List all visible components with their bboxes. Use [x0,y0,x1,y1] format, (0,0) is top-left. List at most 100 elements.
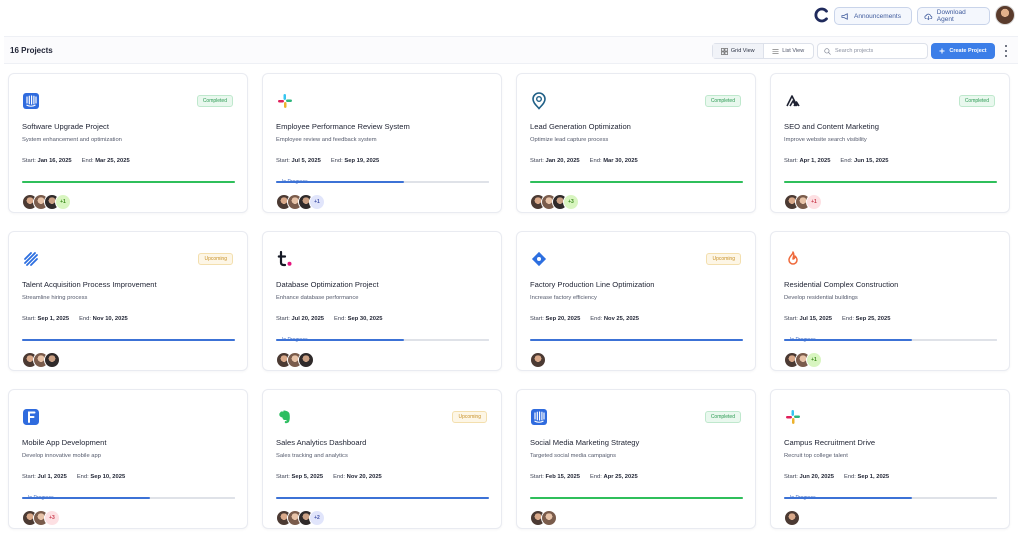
project-description: Streamline hiring process [22,295,88,301]
progress-fill [22,497,150,499]
project-description: Optimize lead capture process [530,137,609,143]
end-date: End: Nov 10, 2025 [79,316,128,322]
progress-fill [784,181,997,183]
create-project-button[interactable]: Create Project [931,43,995,59]
search-box[interactable]: Search projects [817,43,928,59]
progress-fill [22,339,235,341]
project-dates: Start: Jan 20, 2025 End: Mar 30, 2025 [530,158,638,164]
project-count: 16 Projects [10,46,53,55]
plus-icon [939,48,945,54]
project-dates: Start: Sep 1, 2025 End: Nov 10, 2025 [22,316,128,322]
project-card[interactable]: Upcoming Factory Production Line Optimiz… [516,231,756,371]
project-card[interactable]: Upcoming Sales Analytics Dashboard Sales… [262,389,502,529]
project-title: Software Upgrade Project [22,122,109,131]
start-date: Start: Jul 1, 2025 [22,474,67,480]
project-card[interactable]: Completed Social Media Marketing Strateg… [516,389,756,529]
team-avatars[interactable] [530,510,557,526]
end-date: End: Sep 1, 2025 [843,474,890,480]
progress-fill [276,339,404,341]
progress-fill [530,339,743,341]
grid-icon [721,47,728,55]
team-avatars[interactable] [276,352,314,368]
team-avatars[interactable]: +1 [276,194,325,210]
brand-logo-icon [814,7,828,23]
project-dates: Start: Jul 1, 2025 End: Sep 10, 2025 [22,474,125,480]
start-date: Start: Jan 16, 2025 [22,158,72,164]
flame-logo-icon [784,250,802,268]
end-date: End: Jun 15, 2025 [840,158,889,164]
more-members-badge[interactable]: +2 [309,510,325,526]
avatar[interactable] [298,352,314,368]
more-members-badge[interactable]: +3 [44,510,60,526]
more-members-badge[interactable]: +1 [806,352,822,368]
slack-logo-icon [276,92,294,110]
list-view-button[interactable]: List View [764,44,814,58]
avatar[interactable] [784,510,800,526]
intercom-logo-icon [530,408,548,426]
periscope-logo-icon [530,92,548,110]
team-avatars[interactable]: +1 [784,352,822,368]
list-view-label: List View [782,48,805,54]
project-grid: Completed Software Upgrade Project Syste… [8,73,1016,529]
projects-toolbar: 16 Projects Grid View List View Search p… [4,36,1018,64]
project-card[interactable]: In Progress Residential Complex Construc… [770,231,1010,371]
search-input[interactable]: Search projects [835,48,873,54]
project-title: SEO and Content Marketing [784,122,879,131]
end-date: End: Apr 25, 2025 [589,474,638,480]
start-date: Start: Jan 20, 2025 [530,158,580,164]
progress-bar [784,497,997,499]
megaphone-icon [841,12,848,20]
team-avatars[interactable]: +1 [22,194,71,210]
announcements-button[interactable]: Announcements [834,7,912,25]
progress-fill [784,339,912,341]
project-card[interactable]: Completed Software Upgrade Project Syste… [8,73,248,213]
team-avatars[interactable] [784,510,800,526]
project-description: Improve website search visibility [784,137,867,143]
download-agent-label: Download Agent [936,9,966,23]
avatar[interactable] [44,352,60,368]
progress-bar [22,181,235,183]
grid-view-label: Grid View [730,48,755,54]
download-agent-button[interactable]: Download Agent [917,7,990,25]
grid-view-button[interactable]: Grid View [713,44,764,58]
start-date: Start: Jul 20, 2025 [276,316,325,322]
project-card[interactable]: Upcoming Talent Acquisition Process Impr… [8,231,248,371]
team-avatars[interactable]: +3 [530,194,579,210]
more-members-badge[interactable]: +1 [309,194,325,210]
more-members-badge[interactable]: +3 [563,194,579,210]
status-badge: Upcoming [452,411,487,423]
avatar[interactable] [541,510,557,526]
team-avatars[interactable]: +2 [276,510,325,526]
progress-bar [276,497,489,499]
project-title: Social Media Marketing Strategy [530,438,640,447]
project-description: System enhancement and optimization [22,137,122,143]
progress-bar [22,497,235,499]
project-card[interactable]: Completed Lead Generation Optimization O… [516,73,756,213]
project-title: Factory Production Line Optimization [530,280,655,289]
evernote-logo-icon [276,408,294,426]
project-card[interactable]: In Progress Mobile App Development Devel… [8,389,248,529]
user-avatar[interactable] [995,5,1015,25]
project-card[interactable]: Completed SEO and Content Marketing Impr… [770,73,1010,213]
team-avatars[interactable]: +1 [784,194,822,210]
project-dates: Start: Feb 15, 2025 End: Apr 25, 2025 [530,474,638,480]
project-dates: Start: Jul 15, 2025 End: Sep 25, 2025 [784,316,890,322]
more-members-badge[interactable]: +1 [806,194,822,210]
create-project-label: Create Project [949,48,987,54]
project-title: Talent Acquisition Process Improvement [22,280,157,289]
project-card[interactable]: In Progress Campus Recruitment Drive Rec… [770,389,1010,529]
progress-fill [530,497,743,499]
start-date: Start: Jul 15, 2025 [784,316,833,322]
intercom-logo-icon [22,92,40,110]
team-avatars[interactable] [530,352,546,368]
team-avatars[interactable]: +3 [22,510,60,526]
project-description: Sales tracking and analytics [276,453,348,459]
project-card[interactable]: In Progress Employee Performance Review … [262,73,502,213]
team-avatars[interactable] [22,352,60,368]
start-date: Start: Apr 1, 2025 [784,158,831,164]
avatar[interactable] [530,352,546,368]
project-card[interactable]: In Progress Database Optimization Projec… [262,231,502,371]
progress-bar [530,497,743,499]
more-options-icon[interactable] [1003,45,1009,57]
more-members-badge[interactable]: +1 [55,194,71,210]
